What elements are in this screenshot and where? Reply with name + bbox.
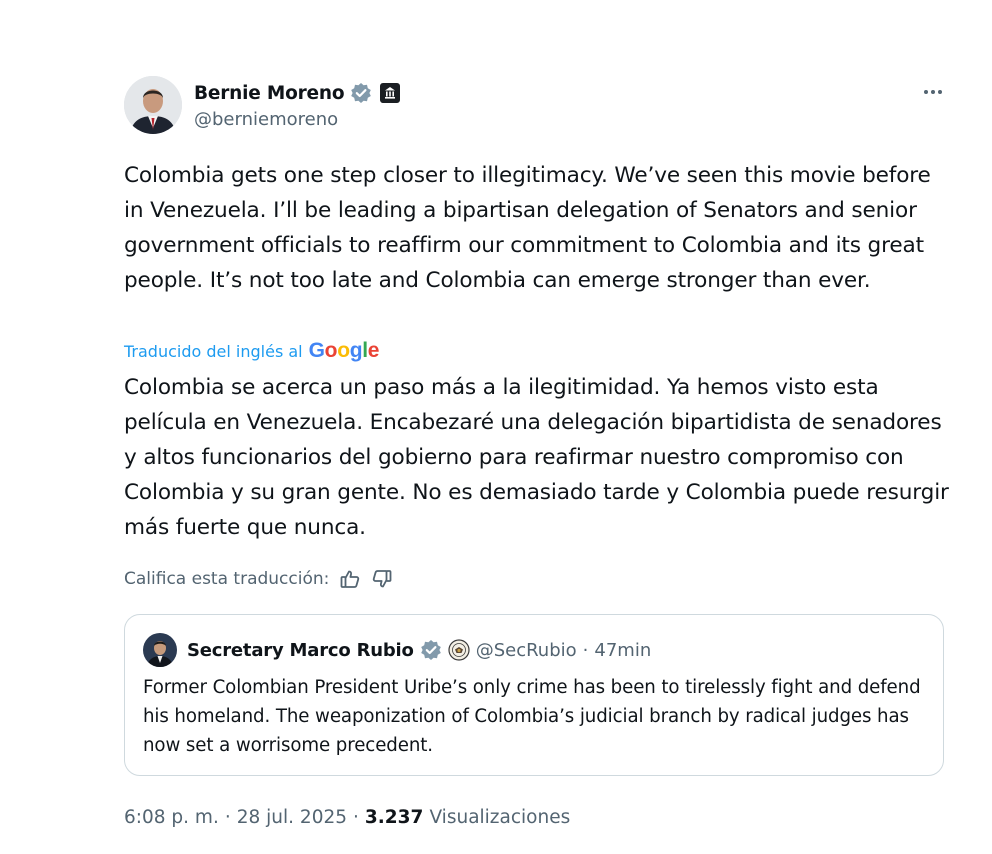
tweet-card: Bernie Moreno @berniemoreno Colombia get… xyxy=(0,0,992,854)
author-handle[interactable]: @berniemoreno xyxy=(194,109,338,130)
quoted-tweet-time[interactable]: 47min xyxy=(594,640,651,661)
quoted-tweet-header: Secretary Marco Rubio @SecRubio · 47min xyxy=(143,633,651,667)
author-name[interactable]: Bernie Moreno xyxy=(194,83,345,104)
author-name-row: Bernie Moreno xyxy=(194,80,401,106)
verified-badge-icon[interactable] xyxy=(350,82,372,104)
translation-text: Colombia se acerca un paso más a la ileg… xyxy=(124,375,949,540)
rate-translation-row: Califica esta traducción: xyxy=(124,566,393,592)
separator-dot: · xyxy=(582,639,589,661)
state-department-seal-icon[interactable] xyxy=(448,639,470,661)
rate-translation-label: Califica esta traducción: xyxy=(124,569,330,589)
views-label: Visualizaciones xyxy=(429,806,571,828)
quoted-tweet-text: Former Colombian President Uribe’s only … xyxy=(143,677,921,756)
google-logo: Google xyxy=(308,339,380,362)
thumbs-down-icon[interactable] xyxy=(371,568,393,590)
thumbs-up-icon[interactable] xyxy=(339,568,361,590)
author-avatar[interactable] xyxy=(124,76,182,134)
quoted-author-avatar[interactable] xyxy=(143,633,177,667)
quoted-author-name[interactable]: Secretary Marco Rubio xyxy=(187,640,414,661)
quoted-tweet[interactable]: Secretary Marco Rubio @SecRubio · 47min … xyxy=(124,614,944,776)
government-building-icon[interactable] xyxy=(380,83,401,103)
tweet-text: Colombia gets one step closer to illegit… xyxy=(124,163,931,293)
separator-dot: · xyxy=(224,806,231,828)
separator-dot: · xyxy=(353,806,359,828)
translated-label: Traducido del inglés al xyxy=(124,341,303,361)
quoted-author-handle[interactable]: @SecRubio xyxy=(476,640,577,661)
tweet-date[interactable]: 28 jul. 2025 xyxy=(237,807,347,828)
views-count: 3.237 xyxy=(364,806,424,828)
verified-badge-icon[interactable] xyxy=(420,639,442,661)
translation-attribution[interactable]: Traducido del inglés al Google xyxy=(124,338,379,364)
tweet-meta: 6:08 p. m. · 28 jul. 2025 · 3.237 Visual… xyxy=(124,802,570,832)
more-options-icon[interactable] xyxy=(918,82,948,102)
tweet-time[interactable]: 6:08 p. m. xyxy=(124,807,219,828)
